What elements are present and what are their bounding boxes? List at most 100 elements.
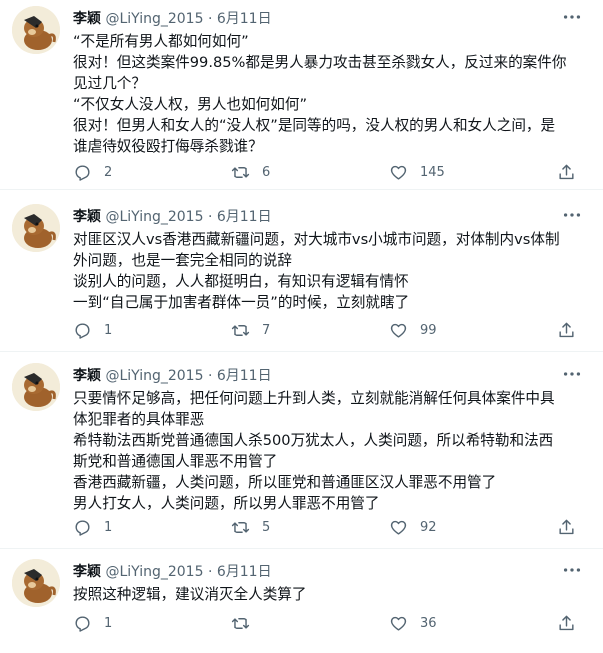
separator: · — [207, 209, 213, 225]
share-button[interactable] — [557, 318, 588, 342]
like-icon — [390, 520, 407, 535]
author-name[interactable]: 李颖 — [73, 368, 101, 384]
retweet-button[interactable]: 5 — [231, 515, 270, 539]
reply-button[interactable]: 1 — [73, 318, 112, 342]
share-icon — [559, 519, 574, 534]
tweet-header: 李颖 @LiYing_2015 · 6月11日 — [73, 365, 563, 385]
tweet-text-line: 一到“自己属于加害者群体一员”的时候，立刻就瞎了 — [73, 294, 410, 311]
like-button[interactable]: 36 — [389, 611, 437, 635]
like-icon — [390, 616, 407, 631]
tweet-date[interactable]: 6月11日 — [217, 564, 272, 580]
share-icon — [559, 615, 574, 630]
tweet-text: 只要情怀足够高，把任何问题上升到人类，立刻就能消解任何具体案件中具 体犯罪者的具… — [73, 388, 589, 514]
like-button[interactable]: 145 — [389, 160, 445, 184]
dog-avatar-icon — [12, 6, 60, 54]
share-icon — [559, 322, 574, 337]
retweet-count: 5 — [262, 519, 271, 535]
tweet-actions: 1 5 92 — [73, 515, 583, 539]
tweet[interactable]: 李颖 @LiYing_2015 · 6月11日 对匪区汉人vs香港西藏新疆问题，… — [0, 198, 603, 352]
separator: · — [207, 564, 213, 580]
avatar[interactable] — [12, 6, 60, 54]
like-icon — [390, 323, 407, 338]
author-name[interactable]: 李颖 — [73, 11, 101, 27]
reply-count: 1 — [104, 519, 113, 535]
tweet[interactable]: 李颖 @LiYing_2015 · 6月11日 按照这种逻辑，建议消灭全人类算了… — [0, 553, 603, 653]
tweet-text: 对匪区汉人vs香港西藏新疆问题，对大城市vs小城市问题，对体制内vs体制 外问题… — [73, 229, 589, 313]
tweet-actions: 1 7 99 — [73, 318, 583, 342]
more-icon[interactable] — [561, 559, 583, 581]
tweet-date[interactable]: 6月11日 — [217, 11, 272, 27]
share-button[interactable] — [557, 611, 588, 635]
avatar[interactable] — [12, 204, 60, 252]
tweet-text-line: 希特勒法西斯党普通德国人杀500万犹太人，人类问题，所以希特勒和法西 — [73, 432, 554, 449]
share-button[interactable] — [557, 160, 588, 184]
tweet-header: 李颖 @LiYing_2015 · 6月11日 — [73, 561, 563, 581]
like-button[interactable]: 99 — [389, 318, 437, 342]
tweet-text-line: “不仅女人没人权，男人也如何如何” — [73, 96, 308, 113]
tweet[interactable]: 李颖 @LiYing_2015 · 6月11日 只要情怀足够高，把任何问题上升到… — [0, 357, 603, 549]
retweet-icon — [231, 324, 250, 336]
retweet-button[interactable]: 6 — [231, 160, 270, 184]
tweet-text-line: 很对！但男人和女人的“没人权”是同等的吗，没人权的男人和女人之间，是 — [73, 117, 556, 134]
reply-icon — [75, 519, 90, 536]
tweet-text-line: 按照这种逻辑，建议消灭全人类算了 — [73, 586, 307, 603]
tweet[interactable]: 李颖 @LiYing_2015 · 6月11日 “不是所有男人都如何如何” 很对… — [0, 0, 603, 190]
retweet-button[interactable]: 7 — [231, 318, 270, 342]
tweet-text-line: 外问题，也是一套完全相同的说辞 — [73, 252, 292, 269]
reply-count: 1 — [104, 615, 113, 631]
retweet-icon — [231, 521, 250, 533]
avatar[interactable] — [12, 363, 60, 411]
tweet-header: 李颖 @LiYing_2015 · 6月11日 — [73, 206, 563, 226]
retweet-button[interactable] — [231, 611, 262, 635]
like-count: 36 — [420, 615, 437, 631]
dog-avatar-icon — [12, 204, 60, 252]
author-handle[interactable]: @LiYing_2015 — [105, 209, 203, 225]
share-icon — [559, 164, 574, 179]
share-button[interactable] — [557, 515, 588, 539]
tweet-text-line: 对匪区汉人vs香港西藏新疆问题，对大城市vs小城市问题，对体制内vs体制 — [73, 231, 560, 248]
author-name[interactable]: 李颖 — [73, 209, 101, 225]
tweet-text-line: 只要情怀足够高，把任何问题上升到人类，立刻就能消解任何具体案件中具 — [73, 390, 555, 407]
like-count: 145 — [420, 164, 445, 180]
tweet-actions: 2 6 145 — [73, 160, 583, 184]
retweet-count: 7 — [262, 322, 271, 338]
tweet-header: 李颖 @LiYing_2015 · 6月11日 — [73, 8, 563, 28]
author-handle[interactable]: @LiYing_2015 — [105, 11, 203, 27]
author-handle[interactable]: @LiYing_2015 — [105, 564, 203, 580]
like-count: 92 — [420, 519, 437, 535]
reply-icon — [75, 164, 90, 181]
author-name[interactable]: 李颖 — [73, 564, 101, 580]
tweet-text-line: 体犯罪者的具体罪恶 — [73, 411, 205, 428]
tweet-text-line: “不是所有男人都如何如何” — [73, 33, 249, 50]
like-button[interactable]: 92 — [389, 515, 437, 539]
reply-button[interactable]: 2 — [73, 160, 112, 184]
tweet-text-line: 斯党和普通德国人罪恶不用管了 — [73, 453, 278, 470]
like-count: 99 — [420, 322, 437, 338]
tweet-text-line: 见过几个？ — [73, 75, 146, 92]
reply-icon — [75, 615, 90, 632]
reply-count: 1 — [104, 322, 113, 338]
retweet-icon — [231, 617, 250, 629]
reply-button[interactable]: 1 — [73, 515, 112, 539]
avatar[interactable] — [12, 559, 60, 607]
tweet-date[interactable]: 6月11日 — [217, 209, 272, 225]
more-icon[interactable] — [561, 6, 583, 28]
author-handle[interactable]: @LiYing_2015 — [105, 368, 203, 384]
reply-button[interactable]: 1 — [73, 611, 112, 635]
tweet-text-line: 很对！但这类案件99.85%都是男人暴力攻击甚至杀戮女人，反过来的案件你 — [73, 54, 567, 71]
tweet-date[interactable]: 6月11日 — [217, 368, 272, 384]
more-icon[interactable] — [561, 363, 583, 385]
separator: · — [207, 11, 213, 27]
timeline: 李颖 @LiYing_2015 · 6月11日 “不是所有男人都如何如何” 很对… — [0, 0, 603, 653]
reply-icon — [75, 322, 90, 339]
tweet-text-line: 男人打女人，人类问题，所以男人罪恶不用管了 — [73, 495, 380, 512]
tweet-text-line: 谁虐待奴役殴打侮辱杀戮谁？ — [73, 138, 263, 155]
retweet-icon — [231, 166, 250, 178]
tweet-text-line: 香港西藏新疆，人类问题，所以匪党和普通匪区汉人罪恶不用管了 — [73, 474, 497, 491]
more-icon[interactable] — [561, 204, 583, 226]
tweet-text-line: 谈别人的问题，人人都挺明白，有知识有逻辑有情怀 — [73, 273, 409, 290]
tweet-text: “不是所有男人都如何如何” 很对！但这类案件99.85%都是男人暴力攻击甚至杀戮… — [73, 31, 589, 157]
dog-avatar-icon — [12, 559, 60, 607]
reply-count: 2 — [104, 164, 113, 180]
like-icon — [390, 165, 407, 180]
